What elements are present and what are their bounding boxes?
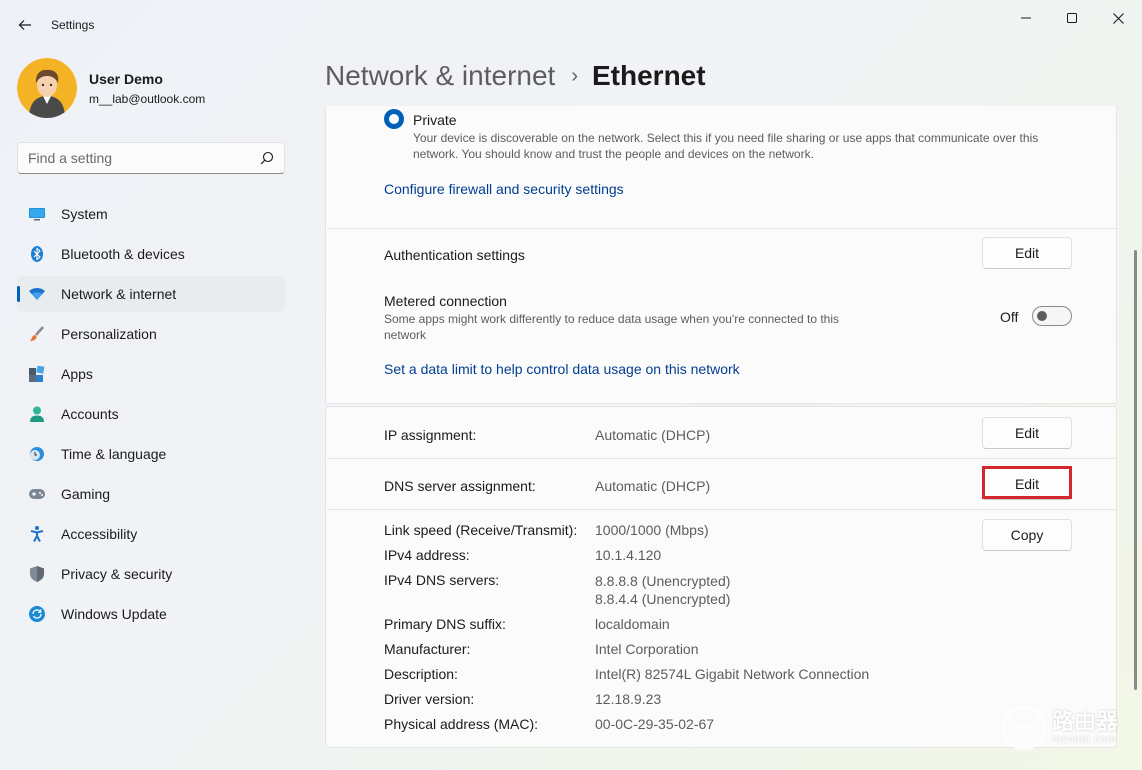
sidebar-item-label: Gaming <box>61 486 111 502</box>
minimize-icon <box>1021 17 1031 19</box>
auth-settings-label: Authentication settings <box>384 247 525 263</box>
private-description: Your device is discoverable on the netwo… <box>413 131 1039 161</box>
private-radio-label: Private <box>413 112 457 128</box>
user-email: m__lab@outlook.com <box>89 91 206 106</box>
dns-server-2-value: 8.8.4.4 (Unencrypted) <box>595 591 731 607</box>
watermark-title: 路由器 <box>1052 709 1119 734</box>
description-label: Description: <box>384 666 458 682</box>
search-icon[interactable] <box>260 151 274 165</box>
mac-address-label: Physical address (MAC): <box>384 716 539 732</box>
sidebar-item-gaming[interactable]: Gaming <box>17 476 285 512</box>
sidebar-item-label: System <box>61 206 108 222</box>
sidebar-item-label: Windows Update <box>61 606 167 622</box>
back-arrow-icon <box>18 20 31 30</box>
link-speed-label: Link speed (Receive/Transmit): <box>384 522 578 538</box>
page-title: Ethernet <box>592 60 706 91</box>
sidebar-item-privacy[interactable]: Privacy & security <box>17 556 285 592</box>
gamepad-icon <box>29 486 45 502</box>
auth-edit-button[interactable]: Edit <box>982 237 1072 269</box>
maximize-button[interactable] <box>1052 6 1092 30</box>
description-value: Intel(R) 82574L Gigabit Network Connecti… <box>595 666 870 682</box>
ipv4-dns-servers-label: IPv4 DNS servers: <box>384 572 500 588</box>
copy-properties-button[interactable]: Copy <box>982 519 1072 551</box>
breadcrumb: Network & internet › Ethernet <box>325 60 706 92</box>
breadcrumb-parent[interactable]: Network & internet <box>325 60 555 92</box>
link-speed-value: 1000/1000 (Mbps) <box>595 522 709 538</box>
dns-suffix-value: localdomain <box>595 616 670 632</box>
driver-version-value: 12.18.9.23 <box>595 691 662 707</box>
wifi-icon <box>29 286 45 302</box>
back-button[interactable] <box>12 12 38 38</box>
metered-connection-card: Metered connection Some apps might work … <box>325 280 1117 404</box>
sidebar-item-network[interactable]: Network & internet <box>17 276 285 312</box>
sidebar-item-time-language[interactable]: Time & language <box>17 436 285 472</box>
private-radio[interactable] <box>384 109 404 129</box>
sidebar-item-windows-update[interactable]: Windows Update <box>17 596 285 632</box>
sidebar-item-system[interactable]: System <box>17 196 285 232</box>
title-bar: Settings <box>0 0 1142 48</box>
shield-icon <box>29 566 45 582</box>
metered-description: Some apps might work differently to redu… <box>384 312 840 342</box>
maximize-icon <box>1067 13 1077 23</box>
scrollbar[interactable] <box>1134 250 1137 690</box>
close-icon <box>1112 12 1124 24</box>
metered-toggle-state: Off <box>1000 309 1019 325</box>
update-icon <box>29 606 45 622</box>
watermark-url: luyouqi.com <box>1052 734 1117 745</box>
app-title: Settings <box>51 18 95 32</box>
sidebar-item-personalization[interactable]: Personalization <box>17 316 285 352</box>
bluetooth-icon <box>29 246 45 262</box>
ip-assignment-value: Automatic (DHCP) <box>595 427 711 443</box>
sidebar-item-bluetooth[interactable]: Bluetooth & devices <box>17 236 285 272</box>
dns-assignment-label: DNS server assignment: <box>384 478 536 494</box>
firewall-settings-link[interactable]: Configure firewall and security settings <box>384 181 624 197</box>
brush-icon <box>29 326 45 342</box>
data-limit-link[interactable]: Set a data limit to help control data us… <box>384 361 740 377</box>
sidebar-item-label: Personalization <box>61 326 157 342</box>
manufacturer-value: Intel Corporation <box>595 641 699 657</box>
watermark: 路由器 luyouqi.com <box>1002 706 1118 750</box>
clock-globe-icon <box>29 446 45 462</box>
sidebar-item-label: Accounts <box>61 406 119 422</box>
ipv4-address-value: 10.1.4.120 <box>595 547 662 563</box>
sidebar-item-label: Apps <box>61 366 93 382</box>
accessibility-icon <box>29 526 45 542</box>
search-input[interactable] <box>18 143 248 173</box>
sidebar-item-label: Time & language <box>61 446 167 462</box>
manufacturer-label: Manufacturer: <box>384 641 471 657</box>
metered-label: Metered connection <box>384 293 507 309</box>
ip-settings-card: IP assignment: Automatic (DHCP) Edit DNS… <box>325 406 1117 748</box>
close-button[interactable] <box>1098 6 1138 30</box>
ipv4-address-label: IPv4 address: <box>384 547 470 563</box>
dns-assignment-value: Automatic (DHCP) <box>595 478 711 494</box>
user-name: User Demo <box>89 70 163 87</box>
person-icon <box>29 406 45 422</box>
user-profile[interactable]: User Demo m__lab@outlook.com <box>17 58 205 118</box>
sidebar-item-label: Network & internet <box>61 286 177 302</box>
sidebar-item-accounts[interactable]: Accounts <box>17 396 285 432</box>
sidebar-item-label: Privacy & security <box>61 566 173 582</box>
avatar <box>17 58 77 118</box>
minimize-button[interactable] <box>1006 6 1046 30</box>
search-box <box>17 142 285 174</box>
sidebar-item-label: Bluetooth & devices <box>61 246 185 262</box>
dns-edit-highlight <box>982 466 1072 499</box>
dns-suffix-label: Primary DNS suffix: <box>384 616 506 632</box>
ip-assignment-label: IP assignment: <box>384 427 477 443</box>
sidebar-nav: System Bluetooth & devices Network & int… <box>17 196 285 636</box>
metered-toggle[interactable] <box>1032 306 1072 326</box>
sidebar-item-apps[interactable]: Apps <box>17 356 285 392</box>
monitor-icon <box>29 206 45 222</box>
breadcrumb-separator: › <box>571 64 578 87</box>
sidebar-item-label: Accessibility <box>61 526 138 542</box>
router-logo-icon <box>1002 706 1046 750</box>
sidebar-item-accessibility[interactable]: Accessibility <box>17 516 285 552</box>
driver-version-label: Driver version: <box>384 691 475 707</box>
dns-server-1-value: 8.8.8.8 (Unencrypted) <box>595 573 731 589</box>
ip-edit-button[interactable]: Edit <box>982 417 1072 449</box>
mac-address-value: 00-0C-29-35-02-67 <box>595 716 715 732</box>
settings-panel: Private Your device is discoverable on t… <box>325 106 1117 748</box>
apps-icon <box>29 366 45 382</box>
